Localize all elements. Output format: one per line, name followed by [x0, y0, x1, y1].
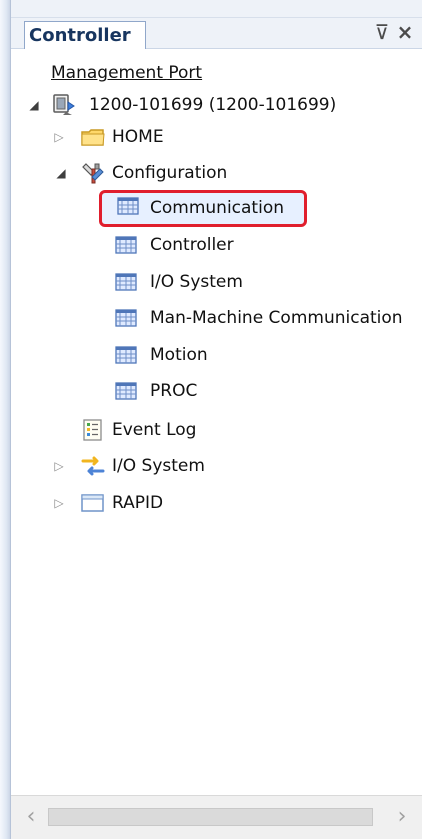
configuration-table-icon: [115, 382, 137, 400]
rapid-collapsed-icon[interactable]: ▷: [52, 487, 66, 519]
rapid-window-icon: [81, 494, 104, 512]
controller-tree: Management Port ◢ 1200-101699 (1200-1016…: [11, 49, 422, 795]
scroll-right-icon[interactable]: ›: [390, 803, 414, 831]
tree-item-communication[interactable]: Communication: [99, 190, 307, 227]
event-log-label: Event Log: [112, 420, 197, 440]
controller-panel: Controller ⊽ × Management Port ◢ 1200-10…: [0, 0, 422, 839]
event-log-icon: [83, 419, 102, 441]
configuration-expanded-icon[interactable]: ◢: [54, 157, 68, 189]
configuration-table-icon: [115, 236, 137, 254]
configuration-label: Configuration: [112, 163, 228, 183]
horizontal-scrollbar[interactable]: ‹ ›: [11, 795, 422, 839]
controller-tab[interactable]: Controller: [24, 21, 146, 50]
configuration-tools-icon: [82, 163, 104, 184]
management-port-label: Management Port: [51, 63, 203, 83]
io-system-arrows-icon: [81, 456, 105, 476]
tree-item-configuration[interactable]: ◢ Configuration: [11, 157, 422, 189]
tree-item-controller-1200[interactable]: ◢ 1200-101699 (1200-101699): [11, 89, 422, 121]
controller-node-label: 1200-101699 (1200-101699): [89, 95, 337, 115]
tree-item-motion[interactable]: Motion: [11, 339, 422, 371]
controller-expanded-icon[interactable]: ◢: [27, 89, 41, 121]
tree-item-event-log[interactable]: Event Log: [11, 414, 422, 446]
top-strip: [11, 0, 422, 18]
tree-item-io-system[interactable]: ▷ I/O System: [11, 450, 422, 482]
motion-label: Motion: [150, 345, 208, 365]
tree-item-man-machine-communication[interactable]: Man-Machine Communication: [11, 302, 422, 334]
tree-item-configuration-io-system[interactable]: I/O System: [11, 266, 422, 298]
left-panel-border: [0, 0, 11, 839]
io-system-config-label: I/O System: [150, 272, 243, 292]
scroll-left-icon[interactable]: ‹: [19, 803, 43, 831]
configuration-table-icon: [115, 346, 137, 364]
io-system-collapsed-icon[interactable]: ▷: [52, 450, 66, 482]
controller-label: Controller: [150, 235, 234, 255]
tree-item-home[interactable]: ▷ HOME: [11, 121, 422, 153]
tree-item-controller[interactable]: Controller: [11, 229, 422, 261]
rapid-label: RAPID: [112, 493, 164, 513]
scrollbar-thumb[interactable]: [48, 808, 373, 826]
home-collapsed-icon[interactable]: ▷: [52, 121, 66, 153]
configuration-table-icon: [115, 309, 137, 327]
folder-icon: [81, 129, 105, 146]
io-system-label: I/O System: [112, 456, 205, 476]
home-label: HOME: [112, 127, 164, 147]
man-machine-communication-label: Man-Machine Communication: [150, 308, 403, 328]
proc-label: PROC: [150, 381, 198, 401]
configuration-table-icon: [115, 273, 137, 291]
communication-label: Communication: [150, 198, 284, 218]
controller-connected-icon: [53, 94, 75, 115]
close-icon[interactable]: ×: [396, 19, 414, 45]
configuration-table-icon: [117, 197, 139, 215]
pin-icon[interactable]: ⊽: [373, 19, 391, 45]
tree-item-rapid[interactable]: ▷ RAPID: [11, 487, 422, 519]
tree-item-management-port[interactable]: Management Port: [11, 57, 422, 89]
tree-item-proc[interactable]: PROC: [11, 375, 422, 407]
